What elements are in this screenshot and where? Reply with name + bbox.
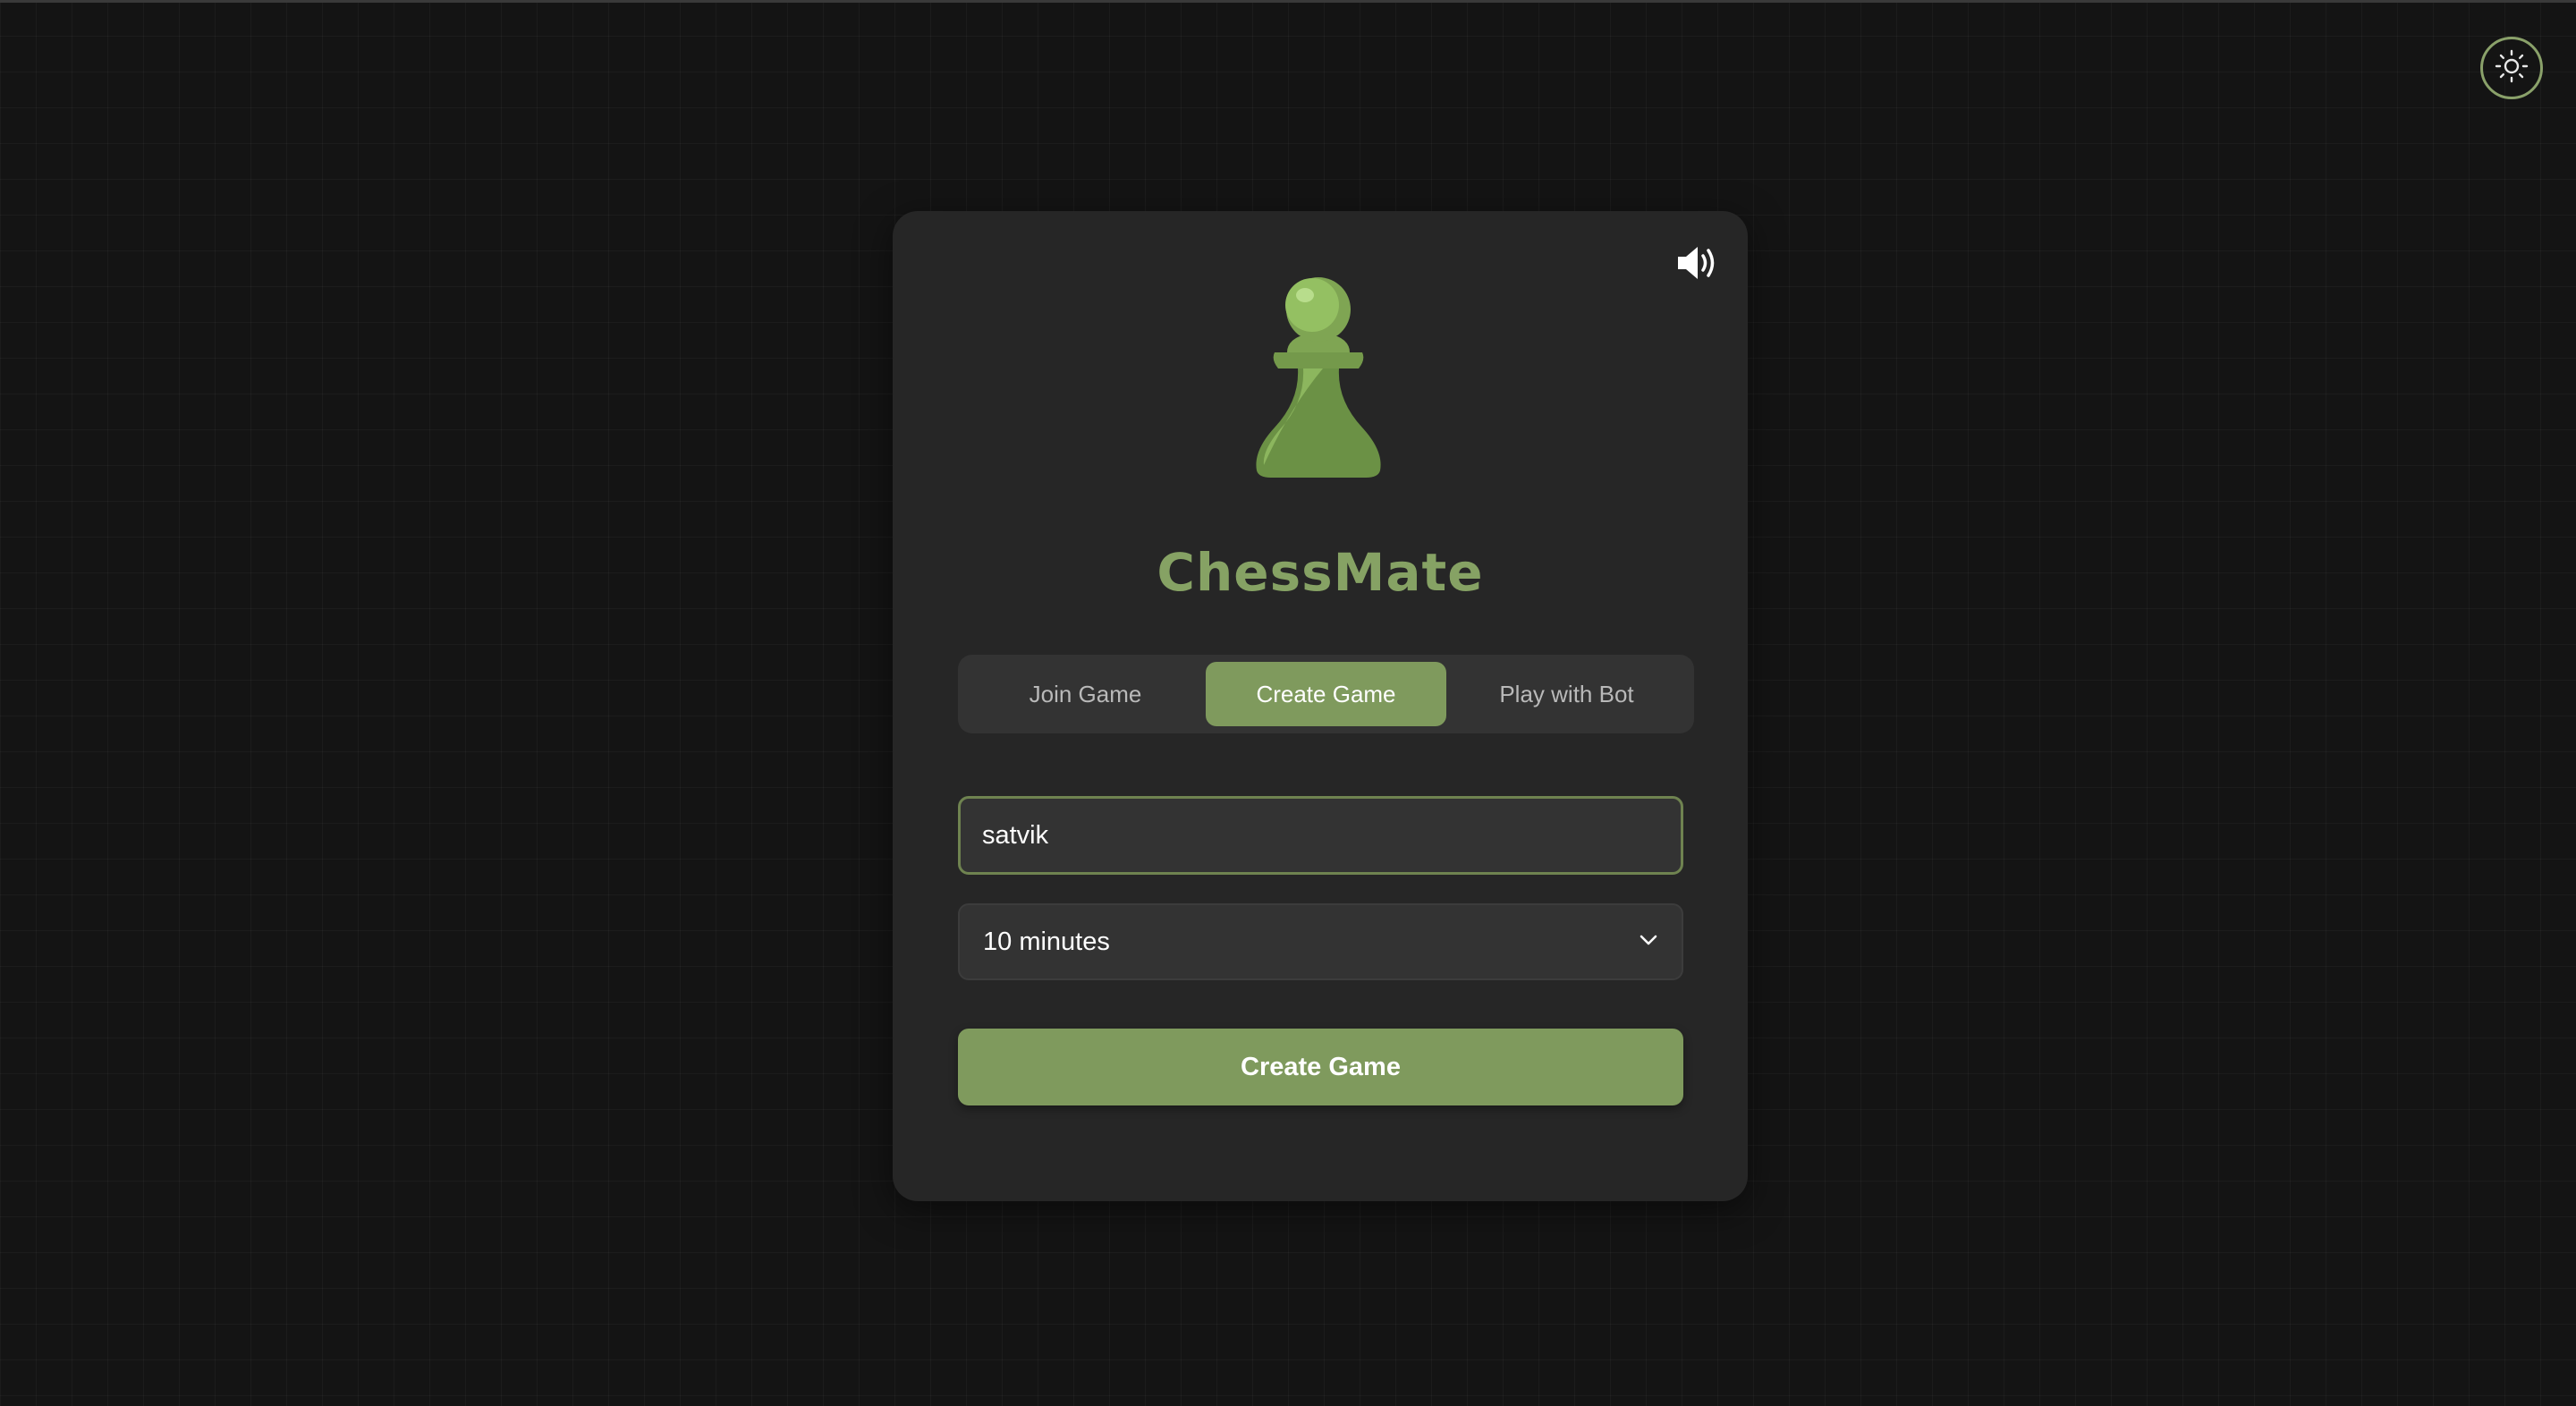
theme-toggle-button[interactable] [2480, 37, 2543, 99]
tab-play-with-bot[interactable]: Play with Bot [1446, 662, 1687, 726]
chevron-down-icon [1639, 934, 1658, 951]
time-control-value: 10 minutes [983, 927, 1110, 956]
create-game-button[interactable]: Create Game [958, 1029, 1683, 1105]
speaker-volume-icon [1675, 243, 1720, 287]
mode-tabs: Join Game Create Game Play with Bot [958, 655, 1694, 733]
sound-toggle-button[interactable] [1673, 240, 1723, 290]
tab-create-game[interactable]: Create Game [1206, 662, 1446, 726]
game-setup-card: ChessMate Join Game Create Game Play wit… [893, 211, 1748, 1201]
tab-join-game[interactable]: Join Game [965, 662, 1206, 726]
player-name-input[interactable] [958, 796, 1683, 875]
sun-icon [2494, 48, 2529, 89]
pawn-logo-icon [1244, 275, 1393, 478]
time-control-select[interactable]: 10 minutes [958, 903, 1683, 980]
app-title: ChessMate [1157, 542, 1484, 603]
